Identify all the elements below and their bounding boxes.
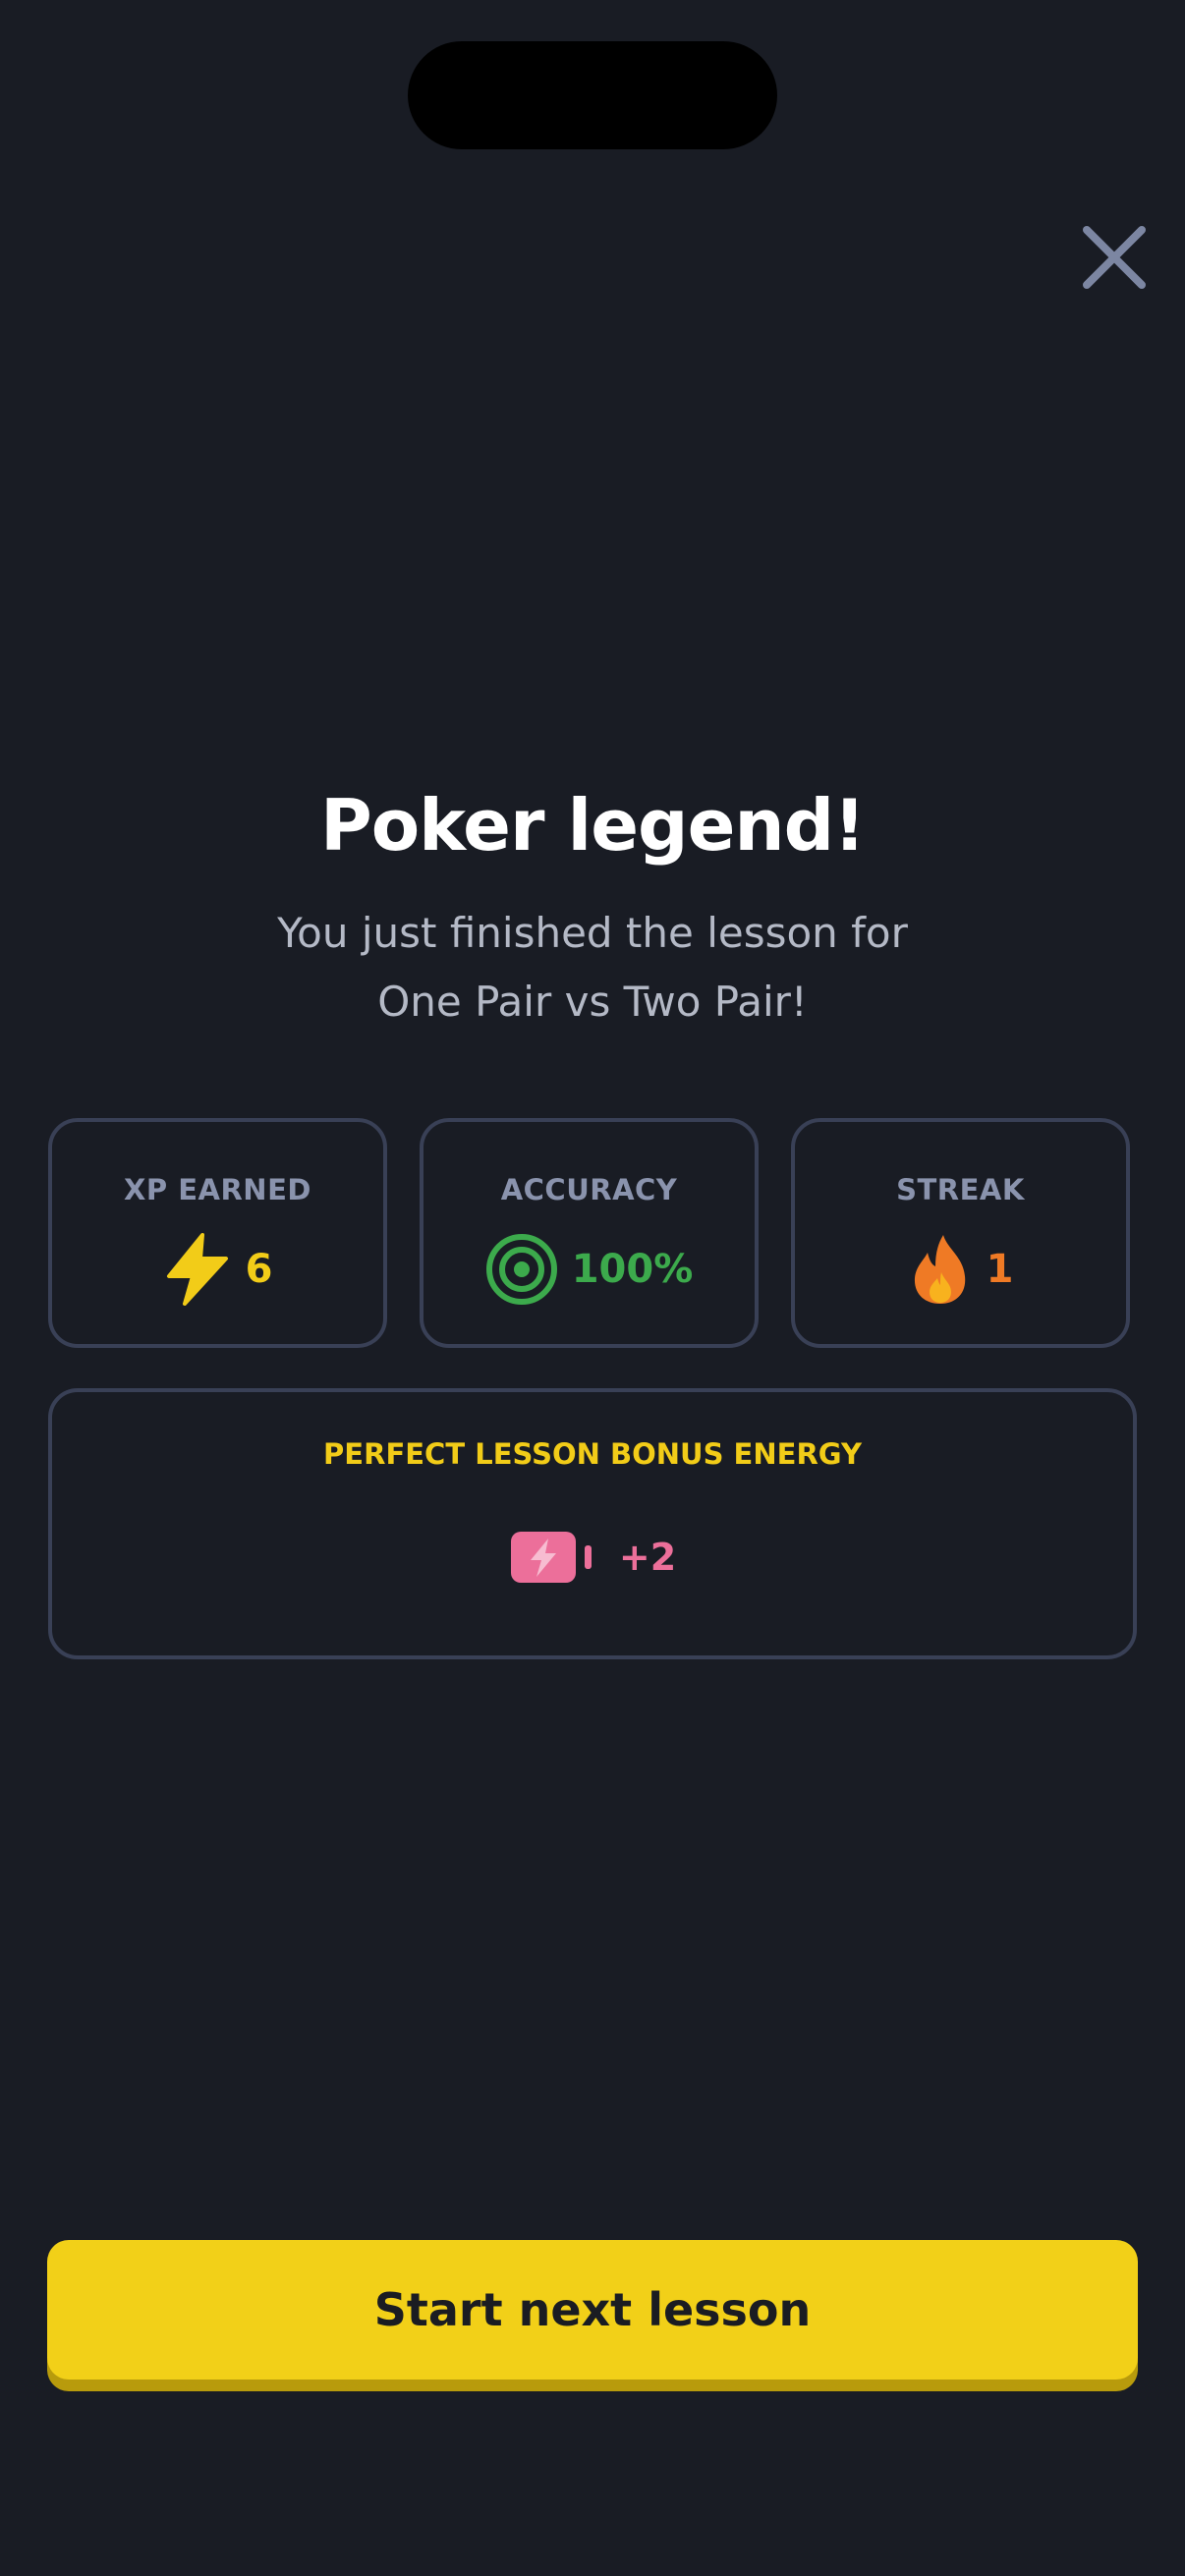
flame-icon bbox=[914, 1235, 965, 1304]
accuracy-card: ACCURACY 100% bbox=[420, 1118, 759, 1348]
streak-row: 1 bbox=[795, 1232, 1126, 1307]
completion-subtitle: You just finished the lesson for One Pai… bbox=[0, 899, 1185, 1036]
xp-earned-row: 6 bbox=[52, 1232, 383, 1307]
streak-label: STREAK bbox=[896, 1173, 1025, 1206]
accuracy-value: 100% bbox=[571, 1247, 694, 1292]
close-button[interactable] bbox=[1075, 218, 1154, 297]
xp-earned-label: XP EARNED bbox=[124, 1173, 311, 1206]
close-icon bbox=[1083, 226, 1146, 289]
start-next-lesson-button[interactable]: Start next lesson bbox=[47, 2240, 1138, 2380]
camera-notch bbox=[408, 41, 777, 149]
accuracy-row: 100% bbox=[423, 1232, 755, 1307]
lightning-bolt-icon bbox=[166, 1233, 228, 1306]
start-next-lesson-label: Start next lesson bbox=[373, 2283, 812, 2336]
accuracy-label: ACCURACY bbox=[500, 1173, 678, 1206]
streak-card: STREAK 1 bbox=[791, 1118, 1130, 1348]
subtitle-line-1: You just finished the lesson for bbox=[277, 909, 908, 957]
target-icon bbox=[485, 1234, 557, 1305]
subtitle-line-2: One Pair vs Two Pair! bbox=[377, 978, 808, 1026]
bonus-energy-value: +2 bbox=[618, 1536, 677, 1579]
bonus-energy-card: PERFECT LESSON BONUS ENERGY +2 bbox=[48, 1388, 1137, 1659]
bonus-energy-label: PERFECT LESSON BONUS ENERGY bbox=[323, 1437, 862, 1471]
bonus-energy-row: +2 bbox=[52, 1528, 1133, 1587]
xp-earned-card: XP EARNED 6 bbox=[48, 1118, 387, 1348]
energy-battery-icon bbox=[510, 1532, 592, 1583]
xp-earned-value: 6 bbox=[245, 1247, 273, 1292]
streak-value: 1 bbox=[986, 1247, 1014, 1292]
completion-title: Poker legend! bbox=[319, 784, 866, 867]
